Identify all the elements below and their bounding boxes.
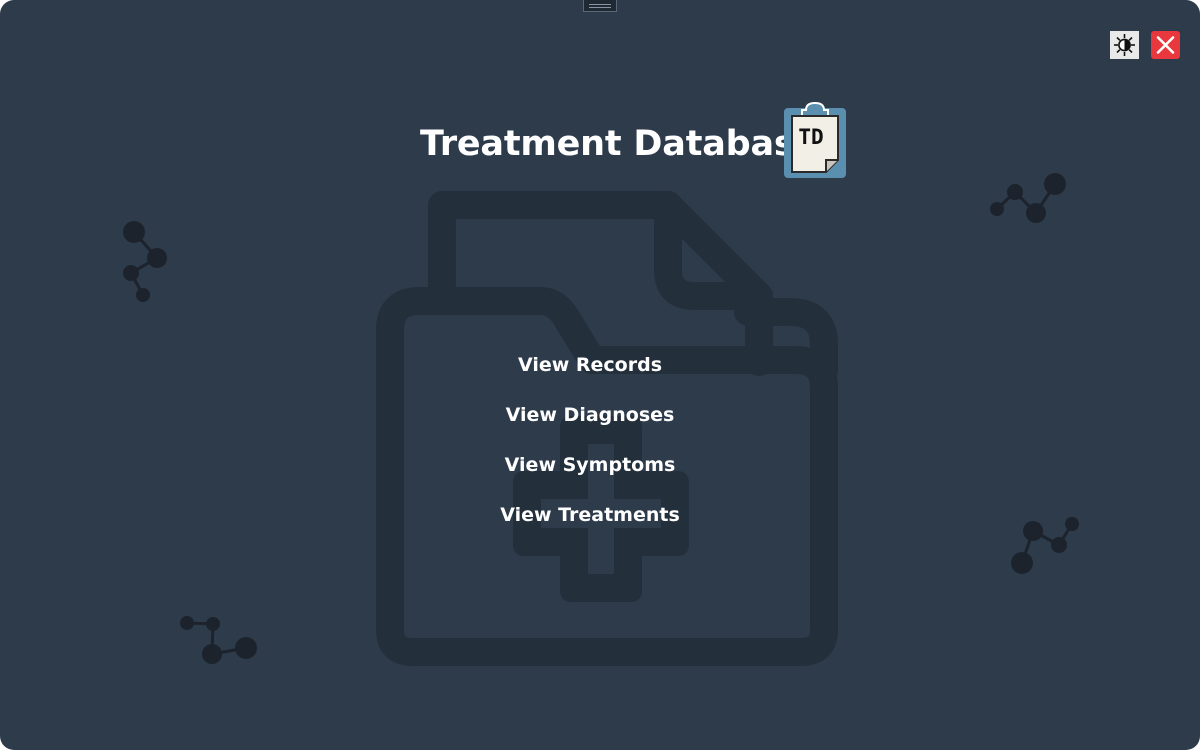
menu-item-label: View Diagnoses <box>505 404 675 426</box>
molecule-icon <box>123 221 167 302</box>
theme-toggle-button[interactable] <box>1110 31 1139 59</box>
clipboard-logo-icon: TD <box>784 101 846 178</box>
app-title: Treatment Database <box>420 124 819 164</box>
molecule-icon <box>180 616 257 664</box>
menu-item-label: View Records <box>517 354 663 376</box>
app-window: Treatment Database TD View Records View … <box>0 0 1200 750</box>
header: Treatment Database TD <box>0 98 1200 182</box>
view-treatments-button[interactable]: View Treatments <box>0 504 1180 526</box>
menu-item-label: View Symptoms <box>504 454 676 476</box>
view-diagnoses-button[interactable]: View Diagnoses <box>0 404 1180 426</box>
menu-item-label: View Treatments <box>500 504 680 526</box>
window-drag-handle[interactable] <box>583 0 617 12</box>
close-icon <box>1156 36 1175 54</box>
logo-text: TD <box>798 125 823 149</box>
view-records-button[interactable]: View Records <box>0 354 1180 376</box>
view-symptoms-button[interactable]: View Symptoms <box>0 454 1180 476</box>
contrast-sun-icon <box>1114 34 1135 56</box>
folder-medical-icon <box>376 191 838 666</box>
close-button[interactable] <box>1151 31 1180 59</box>
